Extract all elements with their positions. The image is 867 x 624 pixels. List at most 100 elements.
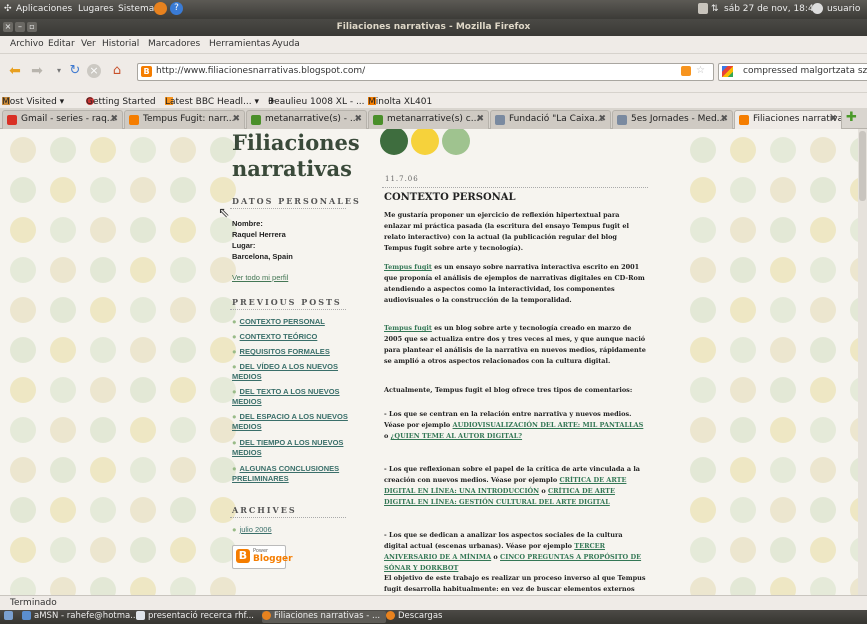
background-dot — [10, 337, 36, 363]
menu-aplicaciones[interactable]: Aplicaciones — [16, 4, 72, 14]
background-dot — [130, 417, 156, 443]
clock[interactable]: sáb 27 de nov, 18:49 — [724, 4, 819, 14]
new-tab-icon[interactable]: ✚ — [846, 110, 857, 125]
transfer-icon[interactable]: ⇅ — [711, 4, 719, 14]
post-paragraph-4: Actualmente, Tempus fugit el blog ofrece… — [384, 386, 633, 394]
blogger-badge[interactable]: B Power Blogger — [232, 545, 293, 569]
close-tab-icon[interactable]: ✖ — [232, 114, 240, 124]
close-tab-icon[interactable]: ✖ — [354, 114, 362, 124]
task-firefox[interactable]: Filiaciones narrativas - ... — [262, 611, 387, 623]
close-tab-icon[interactable]: ✖ — [476, 114, 484, 124]
background-dot — [90, 297, 116, 323]
gnome-foot-icon[interactable]: ✣ — [4, 4, 12, 14]
scrollbar-thumb[interactable] — [859, 131, 866, 201]
background-dot — [50, 137, 76, 163]
user-name[interactable]: usuario — [827, 4, 860, 14]
tempus-fugit-link[interactable]: Tempus fugit — [384, 324, 432, 332]
post-paragraph-2: Tempus fugit es un ensayo sobre narrativ… — [384, 262, 646, 306]
background-dot — [690, 577, 716, 595]
back-icon[interactable]: ⬅ — [6, 62, 24, 80]
menu-herramientas[interactable]: Herramientas — [209, 39, 270, 49]
nombre-value: Raquel Herrera — [232, 230, 286, 239]
tab-filiaciones[interactable]: Filiaciones narrativas ✖ — [734, 110, 842, 129]
show-desktop-icon[interactable] — [4, 611, 16, 623]
reload-icon[interactable]: ↻ — [66, 62, 84, 80]
close-tab-icon[interactable]: ✖ — [598, 114, 606, 124]
network-icon[interactable] — [698, 3, 708, 14]
menu-ayuda[interactable]: Ayuda — [272, 39, 300, 49]
previous-posts-heading: PREVIOUS POSTS — [232, 297, 342, 307]
tab-metanarrative-2[interactable]: metanarrative(s) c... ✖ — [368, 110, 489, 129]
stop-icon[interactable]: × — [87, 64, 101, 78]
top-panel: ✣ Aplicaciones Lugares Sistema ? ⇅ sáb 2… — [0, 0, 867, 19]
ver-perfil-link[interactable]: Ver todo mi perfil — [232, 272, 288, 283]
forward-icon[interactable]: ➡ — [28, 62, 46, 80]
url-bar[interactable]: B http://www.filiacionesnarrativas.blogs… — [137, 63, 714, 81]
search-engine-icon[interactable] — [722, 66, 733, 77]
menu-lugares[interactable]: Lugares — [78, 4, 114, 14]
task-amsn[interactable]: aMSN - rahefe@hotma... — [22, 611, 138, 623]
background-dot — [50, 577, 76, 595]
task-descargas[interactable]: Descargas — [386, 611, 442, 623]
background-dot — [170, 457, 196, 483]
archive-link-julio-2006[interactable]: ● julio 2006 — [232, 525, 352, 535]
search-box[interactable]: compressed malgortzata szperling — [718, 63, 867, 81]
menu-ver[interactable]: Ver — [81, 39, 96, 49]
autor-digital-link[interactable]: ¿QUIEN TEME AL AUTOR DIGITAL? — [391, 432, 522, 440]
background-dot — [10, 217, 36, 243]
background-dot — [90, 177, 116, 203]
background-dot — [690, 217, 716, 243]
post-link-tiempo[interactable]: ● DEL TIEMPO A LOS NUEVOS MEDIOS — [232, 438, 352, 457]
audiovisualizacion-link[interactable]: AUDIOVISUALIZACIÓN DEL ARTE: MIL PANTALL… — [453, 421, 644, 429]
bullet-icon: ● — [232, 362, 237, 371]
background-dot — [730, 417, 756, 443]
close-tab-icon[interactable]: ✖ — [720, 114, 728, 124]
tab-tempus-fugit[interactable]: Tempus Fugit: narr... ✖ — [124, 110, 245, 129]
background-dot — [170, 377, 196, 403]
firefox-launcher-icon[interactable] — [154, 2, 167, 15]
tab-metanarrative-1[interactable]: metanarrative(s) - ... ✖ — [246, 110, 367, 129]
post-link-video[interactable]: ● DEL VÍDEO A LOS NUEVOS MEDIOS — [232, 362, 352, 381]
tab-gmail[interactable]: Gmail - series - raq... ✖ — [2, 110, 123, 129]
background-dot — [130, 257, 156, 283]
bookmark-star-icon[interactable]: ☆ — [696, 65, 705, 76]
menu-sistema[interactable]: Sistema — [118, 4, 154, 14]
close-tab-icon[interactable]: ✖ — [829, 114, 837, 124]
search-value[interactable]: compressed malgortzata szperling — [743, 66, 867, 76]
close-tab-icon[interactable]: ✖ — [110, 114, 118, 124]
menu-archivo[interactable]: Archivo — [10, 39, 44, 49]
menu-marcadores[interactable]: Marcadores — [148, 39, 200, 49]
post-link-label: REQUISITOS FORMALES — [239, 347, 330, 356]
background-dot — [730, 177, 756, 203]
tempus-fugit-link[interactable]: Tempus fugit — [384, 263, 432, 271]
navigation-toolbar: ⬅ ➡ ▾ ↻ × ⌂ B http://www.filiacionesnarr… — [0, 54, 867, 92]
window-title: Filiaciones narrativas - Mozilla Firefox — [336, 22, 531, 32]
page-icon — [495, 115, 505, 125]
menu-editar[interactable]: Editar — [48, 39, 75, 49]
home-icon[interactable]: ⌂ — [108, 62, 126, 80]
lugar-label: Lugar: — [232, 241, 256, 250]
blog-title[interactable]: Filiaciones narrativas — [232, 130, 360, 182]
document-icon — [136, 611, 145, 620]
post-link-contexto-personal[interactable]: ● CONTEXTO PERSONAL — [232, 317, 352, 327]
menu-historial[interactable]: Historial — [102, 39, 139, 49]
status-bar: Terminado — [0, 595, 867, 610]
status-text: Terminado — [10, 598, 57, 608]
post-link-requisitos[interactable]: ● REQUISITOS FORMALES — [232, 347, 352, 357]
url-value[interactable]: http://www.filiacionesnarrativas.blogspo… — [156, 66, 365, 76]
vertical-scrollbar[interactable] — [858, 129, 867, 595]
tab-jornades[interactable]: 5es Jornades - Med... ✖ — [612, 110, 733, 129]
task-presentacio[interactable]: presentació recerca rhf... — [136, 611, 254, 623]
post-link-conclusiones[interactable]: ● ALGUNAS CONCLUSIONES PRELIMINARES — [232, 464, 352, 483]
bookmarks-toolbar: Most Visited ▾ Getting Started Latest BB… — [0, 92, 867, 109]
post-link-contexto-teorico[interactable]: ● CONTEXTO TEÓRICO — [232, 332, 352, 342]
post-link-espacio[interactable]: ● DEL ESPACIO A LOS NUEVOS MEDIOS — [232, 412, 352, 431]
tab-fundacio[interactable]: Fundació "La Caixa... ✖ — [490, 110, 611, 129]
post-link-label: DEL ESPACIO A LOS NUEVOS MEDIOS — [232, 412, 348, 431]
post-title: CONTEXTO PERSONAL — [384, 192, 516, 203]
rss-icon[interactable] — [681, 66, 691, 76]
background-dot — [730, 537, 756, 563]
post-link-texto[interactable]: ● DEL TEXTO A LOS NUEVOS MEDIOS — [232, 387, 352, 406]
help-icon[interactable]: ? — [170, 2, 183, 15]
lugar-value: Barcelona, Spain — [232, 252, 293, 261]
